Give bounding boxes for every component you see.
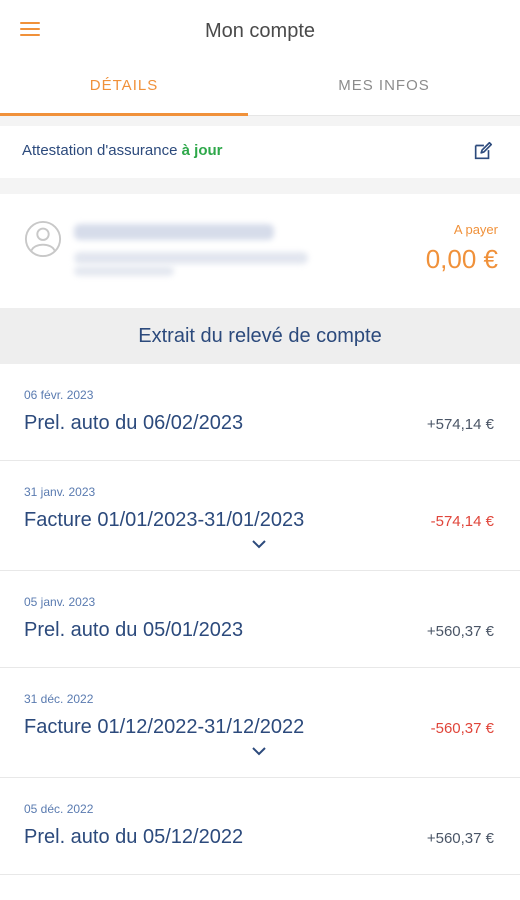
entry-amount: +560,37 € xyxy=(426,830,494,847)
divider xyxy=(0,116,520,126)
entry-label: Facture 01/12/2022-31/12/2022 xyxy=(24,716,305,738)
insurance-status: à jour xyxy=(181,142,223,159)
amount-due-value: 0,00 € xyxy=(425,244,498,274)
redacted-account-city xyxy=(74,266,174,276)
entry-date: 05 déc. 2022 xyxy=(24,802,94,816)
statement-entry[interactable]: 06 févr. 2023 Prel. auto du 06/02/2023 +… xyxy=(0,364,520,461)
entry-label: Prel. auto du 05/01/2023 xyxy=(24,619,244,641)
redacted-account-address xyxy=(74,252,308,264)
statement-entry[interactable]: 31 déc. 2022 Facture 01/12/2022-31/12/20… xyxy=(0,668,520,778)
entry-date: 05 janv. 2023 xyxy=(24,595,96,609)
tab-my-info[interactable]: MES INFOS xyxy=(248,64,520,116)
entry-label: Prel. auto du 05/12/2022 xyxy=(24,826,244,848)
entry-amount: -560,37 € xyxy=(430,720,494,737)
redacted-account-name xyxy=(74,224,274,240)
insurance-certificate-text: Attestation d'assurance à jour xyxy=(22,142,222,159)
entry-label: Prel. auto du 06/02/2023 xyxy=(24,412,244,434)
tab-details[interactable]: DÉTAILS xyxy=(0,64,248,116)
statement-entry[interactable]: 05 déc. 2022 Prel. auto du 05/12/2022 +5… xyxy=(0,778,520,875)
entry-amount: +560,37 € xyxy=(426,623,494,640)
statement-entry[interactable]: 31 janv. 2023 Facture 01/01/2023-31/01/2… xyxy=(0,461,520,571)
tab-bar: DÉTAILS MES INFOS xyxy=(0,64,520,116)
user-avatar-icon xyxy=(24,220,62,258)
amount-due-label: A payer xyxy=(453,222,498,237)
entry-date: 31 déc. 2022 xyxy=(24,692,94,706)
entry-label: Facture 01/01/2023-31/01/2023 xyxy=(24,509,305,531)
edit-icon[interactable] xyxy=(472,140,494,162)
entry-date: 06 févr. 2023 xyxy=(24,388,94,402)
insurance-certificate-label: Attestation d'assurance xyxy=(22,142,178,159)
entry-amount: -574,14 € xyxy=(430,513,494,530)
chevron-down-icon[interactable] xyxy=(252,746,266,756)
entry-amount: +574,14 € xyxy=(426,416,494,433)
statement-entry[interactable]: 05 janv. 2023 Prel. auto du 05/01/2023 +… xyxy=(0,571,520,668)
account-summary: A payer 0,00 € xyxy=(0,194,520,308)
page-title: Mon compte xyxy=(204,20,316,42)
insurance-certificate-row[interactable]: Attestation d'assurance à jour xyxy=(0,126,520,178)
chevron-down-icon[interactable] xyxy=(252,539,266,549)
entry-date: 31 janv. 2023 xyxy=(24,485,96,499)
top-bar: Mon compte xyxy=(0,0,520,64)
statement-list: 06 févr. 2023 Prel. auto du 06/02/2023 +… xyxy=(0,364,520,875)
statement-section-title: Extrait du relevé de compte xyxy=(0,308,520,364)
divider xyxy=(0,178,520,194)
